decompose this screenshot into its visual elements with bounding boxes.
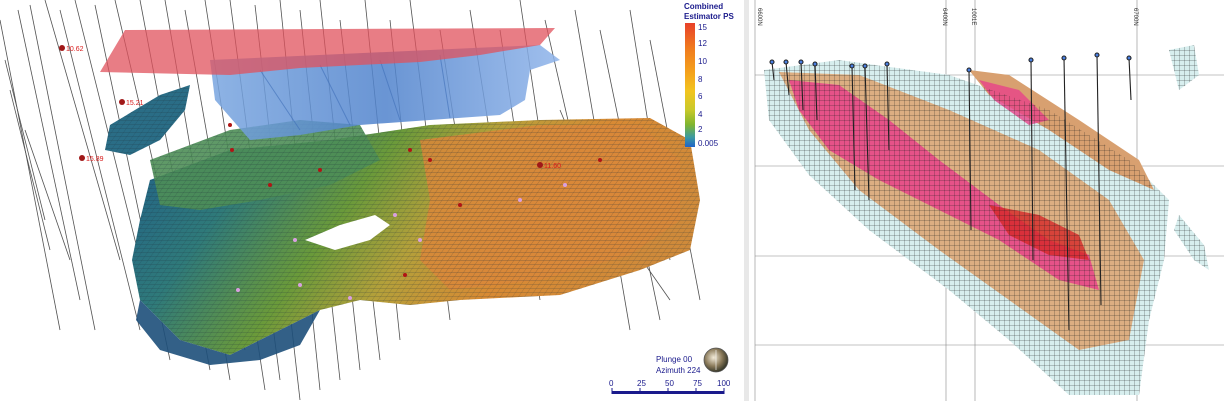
- drill-collar-marker: [884, 61, 890, 67]
- drill-collar-marker: [812, 61, 818, 67]
- drill-collar-marker: [1028, 57, 1034, 63]
- drill-hole-trace: [9, 89, 51, 251]
- scale-tick-label: 25: [637, 379, 646, 388]
- azimuth-readout: Azimuth 224: [656, 366, 701, 375]
- drill-label-2: 15.21: [126, 100, 144, 107]
- drill-collar-marker: [798, 59, 804, 65]
- grid-label-1: 6600N: [756, 8, 762, 26]
- legend-tick-label: 12: [698, 39, 707, 48]
- drill-collar-marker: [849, 63, 855, 69]
- drill-label-3: 15.89: [86, 156, 104, 163]
- legend-title-line2: Estimator PS: [684, 12, 734, 21]
- scale-tick-label: 100: [717, 379, 731, 388]
- drill-collar-marker: [966, 67, 972, 73]
- grid-label-3: 1001E: [970, 8, 976, 25]
- drill-label-1: 10.62: [66, 46, 84, 53]
- drill-collar-marker: [119, 99, 125, 105]
- scale-tick-label: 50: [665, 379, 674, 388]
- cross-section-view: 6600N 6400N 1001E 6700N: [749, 0, 1224, 401]
- drill-collar-marker: [1126, 55, 1132, 61]
- drill-collar-marker: [79, 155, 85, 161]
- legend-tick-label: 10: [698, 57, 707, 66]
- cross-section-svg: 6600N 6400N 1001E 6700N: [754, 0, 1224, 401]
- legend-tick-label: 0.005: [698, 139, 719, 148]
- scale-tick-label: 0: [609, 379, 614, 388]
- drill-collar-marker: [537, 162, 543, 168]
- grid-label-2: 6400N: [941, 8, 947, 26]
- drill-label-4: 11.60: [544, 163, 561, 170]
- figure-root: 10.62 15.21 15.89 11.60 Combined Estimat…: [0, 0, 1224, 401]
- drill-collar-marker: [59, 45, 65, 51]
- drill-collar-marker: [1094, 52, 1100, 58]
- drill-collar-marker: [769, 59, 775, 65]
- section-grid-labels: 6600N 6400N 1001E 6700N: [756, 8, 1138, 26]
- scale-tick-label: 75: [693, 379, 702, 388]
- block-model-svg: 10.62 15.21 15.89 11.60 Combined Estimat…: [0, 0, 734, 401]
- legend-tick-label: 6: [698, 92, 703, 101]
- section-drill-hole: [1128, 57, 1132, 101]
- legend-title-line1: Combined: [684, 2, 723, 11]
- legend-tick-label: 2: [698, 125, 703, 134]
- drill-hole-trace: [29, 4, 96, 331]
- legend-tick-label: 8: [698, 75, 703, 84]
- scale-bar: 0 25 50 75 100: [609, 379, 731, 394]
- color-legend: Combined Estimator PS 15 12 10 8 6 4 2 0.005: [684, 2, 734, 148]
- legend-color-bar: [685, 23, 695, 147]
- drill-collar-marker: [1061, 55, 1067, 61]
- block-model-3d-view: 10.62 15.21 15.89 11.60 Combined Estimat…: [0, 0, 744, 401]
- drill-collar-marker: [862, 63, 868, 69]
- grid-label-4: 6700N: [1132, 8, 1138, 26]
- drill-collar-marker: [783, 59, 789, 65]
- drill-hole-trace: [4, 59, 46, 221]
- legend-tick-label: 4: [698, 110, 703, 119]
- plunge-readout: Plunge 00: [656, 355, 693, 364]
- legend-tick-label: 15: [698, 23, 707, 32]
